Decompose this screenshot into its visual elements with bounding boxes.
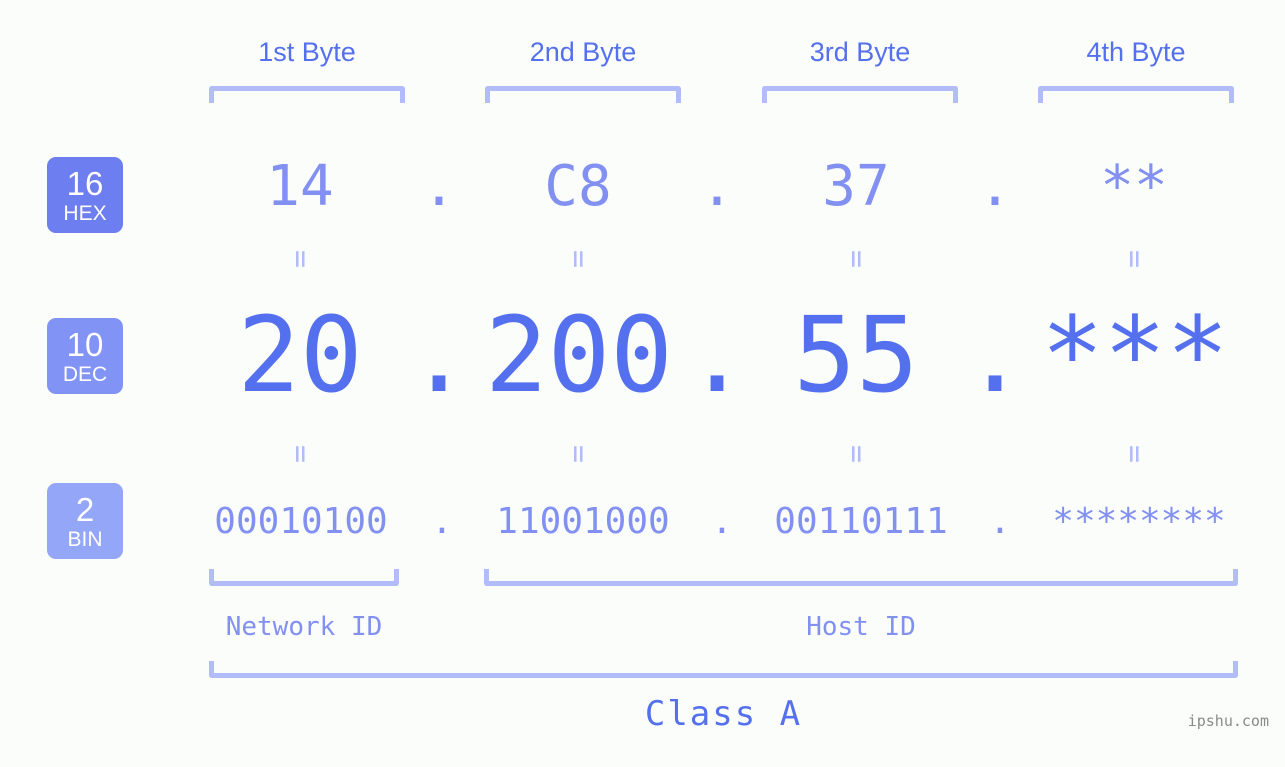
class-label: Class A	[644, 694, 803, 734]
dec-byte-2: 200	[485, 294, 673, 416]
bin-separator-3: .	[989, 501, 1011, 542]
base-badge-bin-number: 2	[75, 490, 95, 528]
base-badge-hex: 16 HEX	[47, 157, 123, 233]
byte-header-2: 2nd Byte	[529, 37, 637, 67]
byte-header-1: 1st Byte	[258, 37, 356, 67]
hex-separator-2: .	[700, 154, 734, 219]
base-badge-dec: 10 DEC	[47, 318, 123, 394]
equals-icon-1: =	[283, 250, 318, 269]
base-badge-hex-number: 16	[66, 164, 104, 202]
equals-row-hex-dec: = = = =	[0, 243, 1285, 277]
watermark: ipshu.com	[1187, 712, 1269, 730]
hex-separator-1: .	[422, 154, 456, 219]
bin-byte-2: 11001000	[496, 501, 670, 542]
equals-icon-8: =	[1117, 445, 1152, 464]
equals-icon-2: =	[561, 250, 596, 269]
equals-row-dec-bin: = = = =	[0, 438, 1285, 472]
byte-bracket-3	[762, 86, 958, 103]
equals-icon-7: =	[839, 445, 874, 464]
byte-header-3: 3rd Byte	[809, 37, 911, 67]
base-badge-bin: 2 BIN	[47, 483, 123, 559]
hex-byte-3: 37	[822, 154, 890, 219]
dec-separator-1: .	[407, 294, 471, 416]
class-bracket	[209, 661, 1238, 678]
hex-byte-1: 14	[266, 154, 334, 219]
dec-separator-2: .	[685, 294, 749, 416]
hex-byte-2: C8	[544, 154, 612, 219]
bin-separator-1: .	[431, 501, 453, 542]
hex-separator-3: .	[978, 154, 1012, 219]
bin-byte-3: 00110111	[774, 501, 948, 542]
equals-icon-5: =	[283, 445, 318, 464]
bin-separator-2: .	[711, 501, 733, 542]
equals-icon-3: =	[839, 250, 874, 269]
hex-byte-4: **	[1100, 154, 1168, 219]
byte-bracket-2	[485, 86, 681, 103]
base-badge-bin-name: BIN	[67, 527, 103, 551]
base-badge-dec-name: DEC	[62, 362, 108, 386]
network-id-label: Network ID	[225, 612, 383, 642]
dec-byte-3: 55	[793, 294, 919, 416]
byte-bracket-1	[209, 86, 405, 103]
bin-byte-4: ********	[1052, 501, 1226, 542]
network-id-bracket	[209, 569, 399, 586]
dec-byte-4: ***	[1041, 294, 1229, 416]
base-badge-hex-name: HEX	[63, 201, 107, 225]
host-id-bracket	[484, 569, 1238, 586]
equals-icon-4: =	[1117, 250, 1152, 269]
host-id-label: Host ID	[806, 612, 916, 642]
dec-byte-1: 20	[237, 294, 363, 416]
equals-icon-6: =	[561, 445, 596, 464]
base-badge-dec-number: 10	[66, 325, 104, 363]
dec-separator-3: .	[963, 294, 1027, 416]
ip-byte-breakdown-diagram: 1st Byte 2nd Byte 3rd Byte 4th Byte 16 H…	[0, 0, 1285, 767]
byte-header-4: 4th Byte	[1086, 37, 1186, 67]
byte-bracket-4	[1038, 86, 1234, 103]
bin-byte-1: 00010100	[214, 501, 388, 542]
